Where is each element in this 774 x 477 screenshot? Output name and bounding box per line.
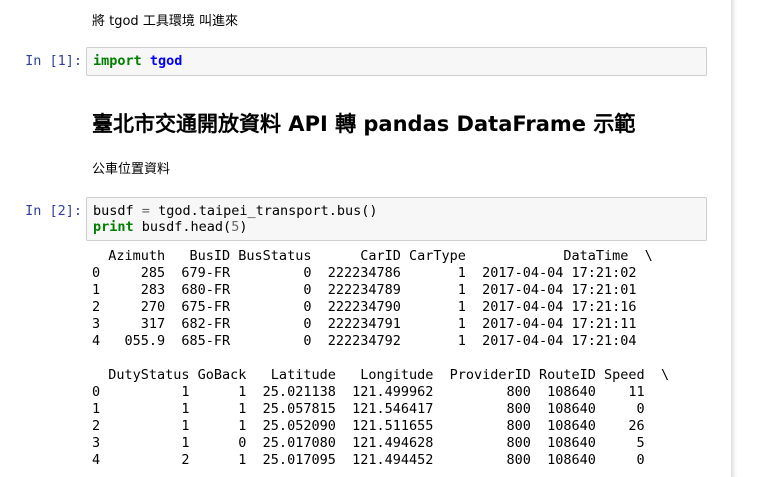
section-heading: 臺北市交通開放資料 API 轉 pandas DataFrame 示範 <box>92 112 636 136</box>
table-row: 4 2 1 25.017095 121.494452 800 108640 0 <box>92 452 645 468</box>
markdown-subtext: 公車位置資料 <box>92 162 171 177</box>
cell-2-output: Azimuth BusID BusStatus CarID CarType Da… <box>92 248 669 469</box>
table-row: 3 1 0 25.017080 121.494628 800 108640 5 <box>92 435 645 451</box>
page-edge-shadow <box>731 0 774 477</box>
variable-busdf: busdf <box>93 203 134 219</box>
assign-operator: = <box>141 203 150 219</box>
notebook-page: 將 tgod 工具環境 叫進來 In [1]: import tgod 臺北市交… <box>0 0 731 477</box>
table-row: 0 285 679-FR 0 222234786 1 2017-04-04 17… <box>92 265 637 281</box>
markdown-intro: 將 tgod 工具環境 叫進來 <box>92 14 238 29</box>
table-row: 4 055.9 685-FR 0 222234792 1 2017-04-04 … <box>92 333 637 349</box>
table-row: 1 1 1 25.057815 121.546417 800 108640 0 <box>92 401 645 417</box>
cell-2-prompt: In [2]: <box>25 203 82 219</box>
table-row: 3 317 682-FR 0 222234791 1 2017-04-04 17… <box>92 316 637 332</box>
cell-1-prompt: In [1]: <box>25 53 82 69</box>
head-call-expr: busdf.head( <box>141 219 232 235</box>
table-row: 2 270 675-FR 0 222234790 1 2017-04-04 17… <box>92 299 637 315</box>
import-keyword: import <box>93 53 142 69</box>
table2-header: DutyStatus GoBack Latitude Longitude Pro… <box>92 367 670 383</box>
table-row: 2 1 1 25.052090 121.511655 800 108640 26 <box>92 418 645 434</box>
head-close-paren: ) <box>239 219 248 235</box>
cell-2-code-input[interactable]: busdf = tgod.taipei_transport.bus() prin… <box>86 197 707 241</box>
bus-call-expr: tgod.taipei_transport.bus() <box>158 203 378 219</box>
print-keyword: print <box>93 219 134 235</box>
cell-1-code-input[interactable]: import tgod <box>86 47 707 76</box>
table-row: 1 283 680-FR 0 222234789 1 2017-04-04 17… <box>92 282 637 298</box>
module-name: tgod <box>149 53 183 69</box>
table-row: 0 1 1 25.021138 121.499962 800 108640 11 <box>92 384 645 400</box>
table1-header: Azimuth BusID BusStatus CarID CarType Da… <box>92 248 653 264</box>
